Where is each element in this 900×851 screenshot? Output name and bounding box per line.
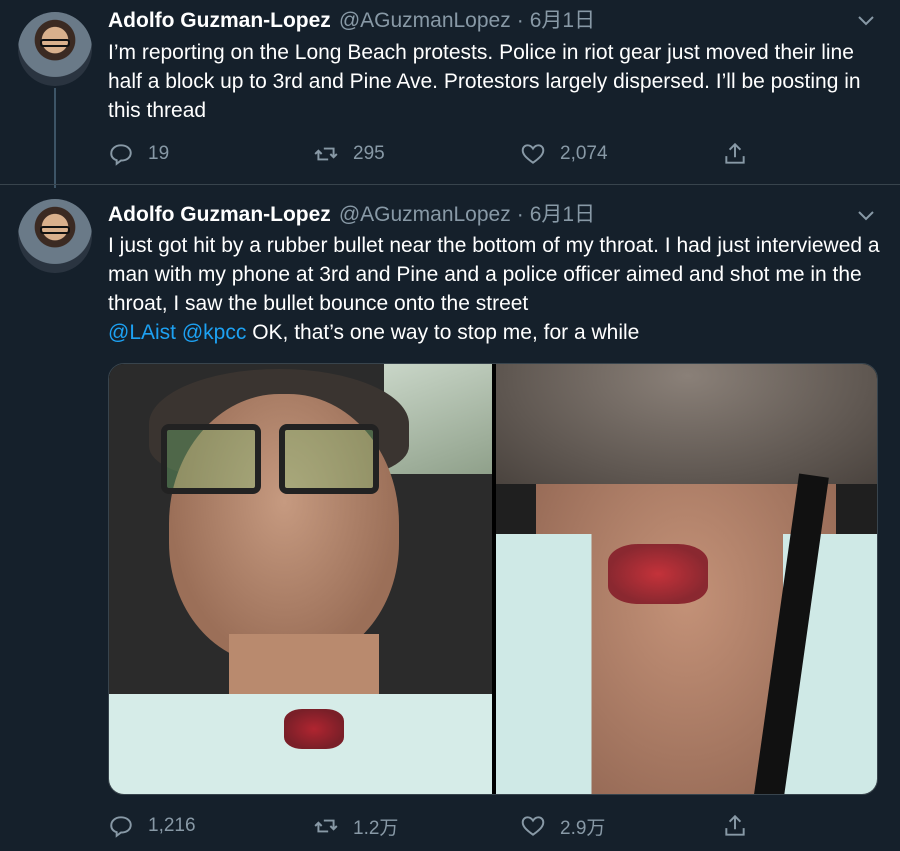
- tweet-actions: 1,216 1.2万 2.9万: [108, 811, 768, 841]
- tweet[interactable]: Adolfo Guzman-Lopez @AGuzmanLopez · 6月1日 I’…: [0, 0, 900, 188]
- thread-line: [54, 88, 56, 188]
- separator: ·: [516, 203, 524, 226]
- like-count: 2.9万: [560, 817, 606, 839]
- media-grid: [108, 363, 878, 795]
- retweet-count: 1.2万: [353, 817, 399, 839]
- retweet-count: 295: [353, 143, 385, 164]
- reply-icon: [110, 144, 132, 166]
- author-handle[interactable]: @AGuzmanLopez: [339, 9, 511, 32]
- author-name[interactable]: Adolfo Guzman-Lopez: [108, 9, 331, 32]
- heart-icon: [521, 144, 545, 164]
- avatar[interactable]: [18, 12, 92, 86]
- avatar[interactable]: [18, 199, 92, 273]
- share-button[interactable]: [722, 139, 762, 169]
- retweet-button[interactable]: 295: [313, 139, 385, 169]
- tweet-header: Adolfo Guzman-Lopez @AGuzmanLopez · 6月1日: [108, 8, 595, 34]
- author-handle[interactable]: @AGuzmanLopez: [339, 203, 511, 226]
- chevron-down-icon[interactable]: [856, 10, 876, 30]
- retweet-button[interactable]: 1.2万: [313, 811, 398, 841]
- reply-icon: [110, 816, 132, 838]
- retweet-icon: [314, 147, 338, 161]
- tweet[interactable]: Adolfo Guzman-Lopez @AGuzmanLopez · 6月1日 I …: [0, 184, 900, 851]
- tweet-text: I just got hit by a rubber bullet near t…: [108, 231, 888, 347]
- reply-count: 1,216: [148, 815, 196, 836]
- tweet-header: Adolfo Guzman-Lopez @AGuzmanLopez · 6月1日: [108, 202, 595, 228]
- tweet-text: I’m reporting on the Long Beach protests…: [108, 41, 861, 122]
- photo-selfie-face[interactable]: [109, 364, 492, 794]
- share-icon: [725, 814, 745, 836]
- share-button[interactable]: [722, 811, 762, 841]
- tweet-text-main: I just got hit by a rubber bullet near t…: [108, 234, 880, 315]
- reply-button[interactable]: 1,216: [108, 811, 196, 841]
- reply-count: 19: [148, 143, 170, 164]
- like-button[interactable]: 2,074: [520, 139, 608, 169]
- tweet-actions: 19 295 2,074: [108, 139, 768, 169]
- share-icon: [725, 142, 745, 164]
- like-button[interactable]: 2.9万: [520, 811, 605, 841]
- mention-link[interactable]: @kpcc: [182, 321, 247, 344]
- chevron-down-icon[interactable]: [856, 205, 876, 225]
- retweet-icon: [314, 819, 338, 833]
- tweet-date[interactable]: 6月1日: [530, 203, 595, 226]
- separator: ·: [516, 9, 524, 32]
- like-count: 2,074: [560, 143, 608, 164]
- mention-link[interactable]: @LAist: [108, 321, 176, 344]
- tweet-text-tail: OK, that’s one way to stop me, for a whi…: [252, 321, 640, 344]
- heart-icon: [521, 816, 545, 836]
- reply-button[interactable]: 19: [108, 139, 169, 169]
- tweet-date[interactable]: 6月1日: [530, 9, 595, 32]
- photo-neck-wound[interactable]: [496, 364, 877, 794]
- author-name[interactable]: Adolfo Guzman-Lopez: [108, 203, 331, 226]
